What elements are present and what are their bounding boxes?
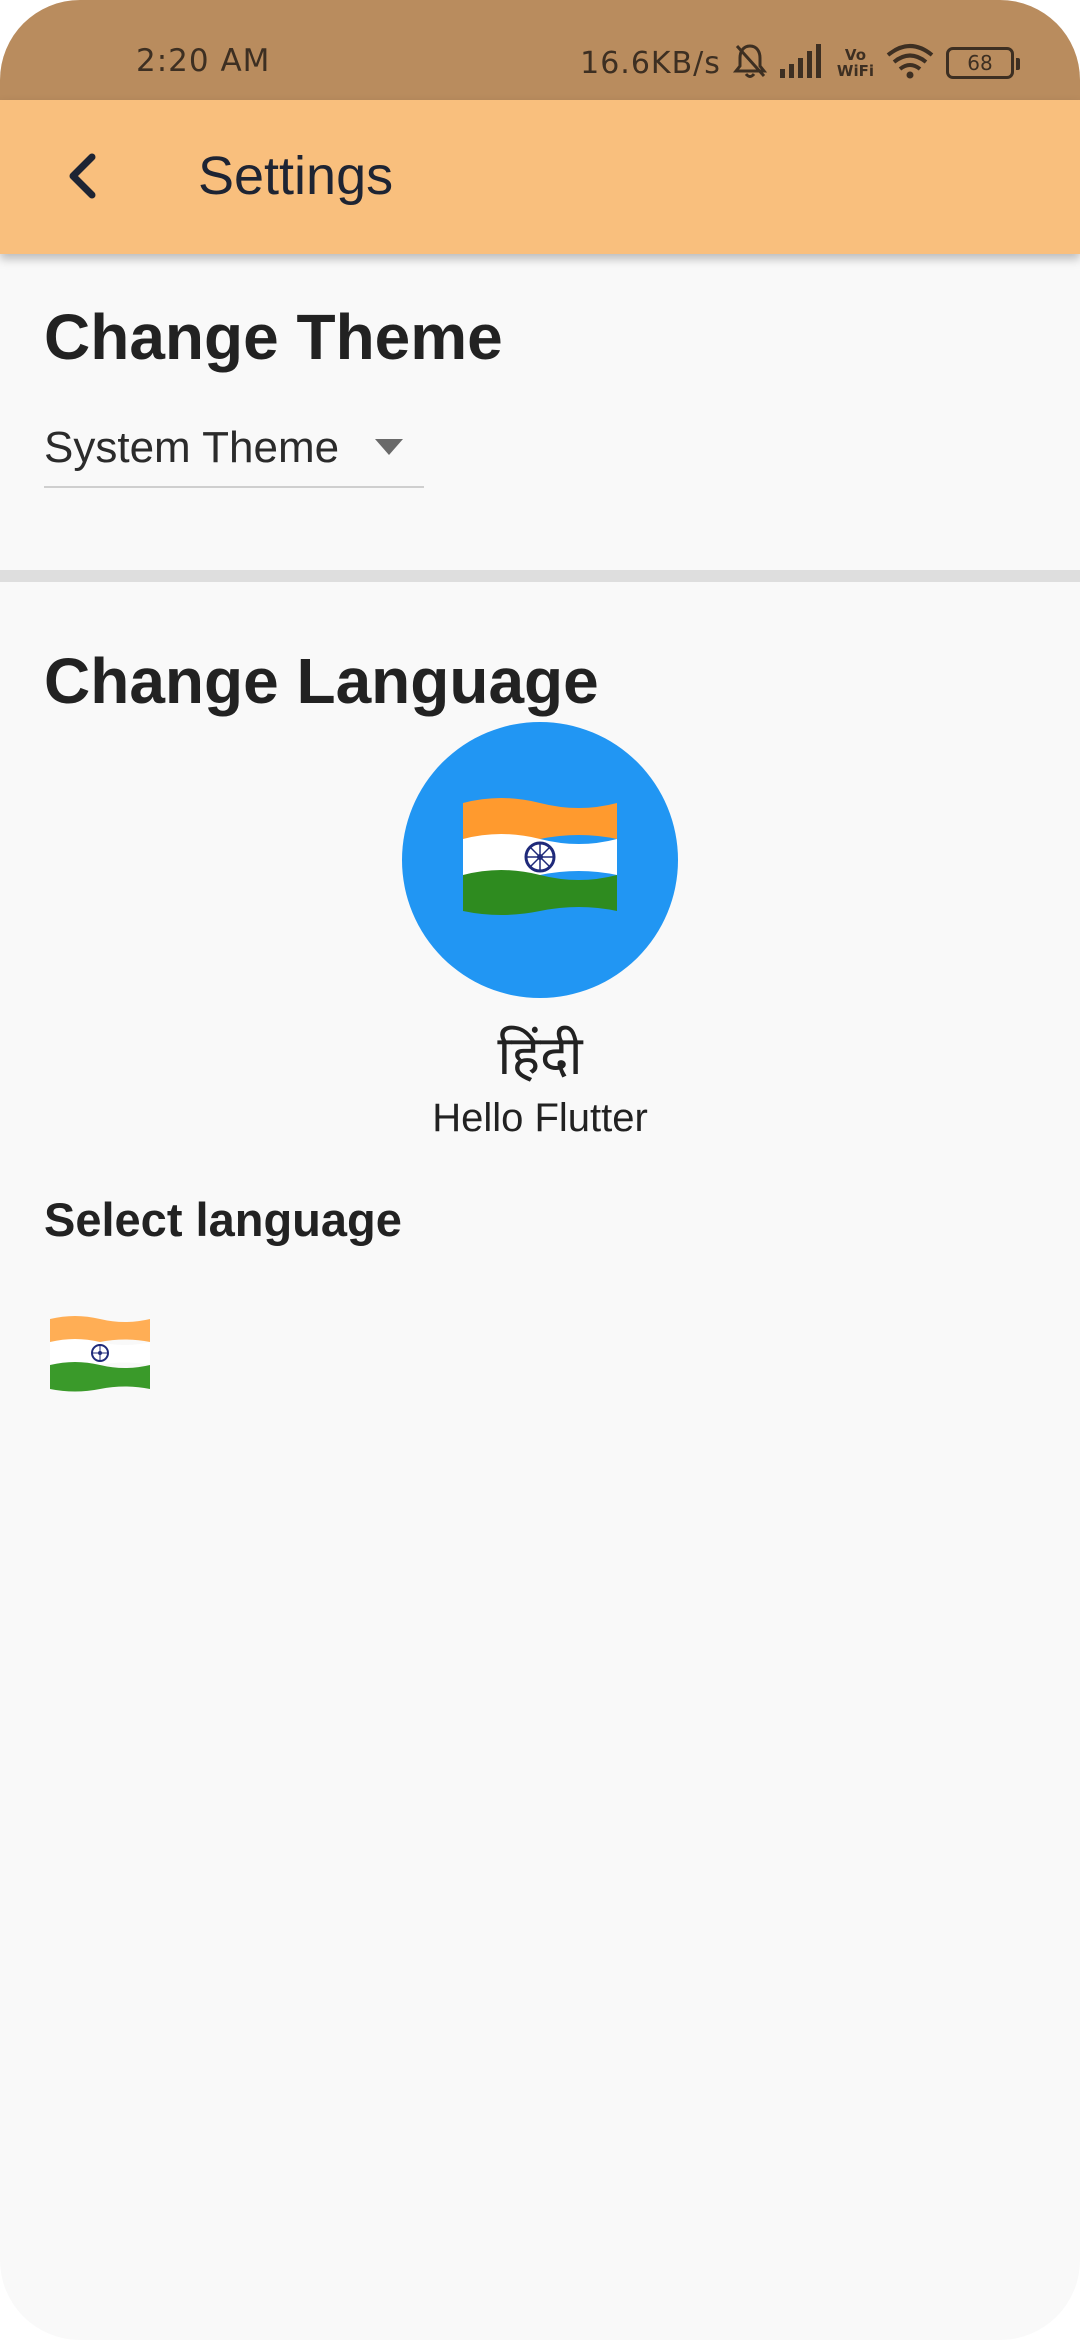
theme-dropdown[interactable]: System Theme <box>44 410 424 488</box>
theme-dropdown-value: System Theme <box>44 423 340 472</box>
back-button[interactable] <box>46 140 118 212</box>
language-option-hindi[interactable] <box>44 1310 156 1400</box>
vowifi-icon: Vo WiFi <box>837 47 874 79</box>
battery-icon: 68 <box>946 47 1020 79</box>
page-title: Settings <box>198 146 394 206</box>
dropdown-arrow-icon <box>374 438 404 461</box>
wifi-icon <box>886 43 934 84</box>
current-language-native-name: हिंदी <box>497 1024 583 1087</box>
signal-icon <box>779 43 825 84</box>
change-language-title: Change Language <box>44 645 599 717</box>
bell-muted-icon <box>732 42 768 85</box>
status-icons: 16.6KB/s Vo WiFi 68 <box>580 38 1020 88</box>
vowifi-top-label: Vo <box>844 46 866 64</box>
back-arrow-icon <box>69 153 96 199</box>
change-theme-title: Change Theme <box>44 301 503 373</box>
network-speed: 16.6KB/s <box>580 45 721 81</box>
section-divider <box>0 570 1080 582</box>
india-flag-icon <box>50 1316 150 1392</box>
select-language-label: Select language <box>44 1193 402 1246</box>
current-language-greeting: Hello Flutter <box>432 1096 648 1140</box>
status-bar: 2:20 AM 16.6KB/s Vo WiFi 68 <box>0 0 1080 100</box>
status-time: 2:20 AM <box>136 43 271 79</box>
india-flag-icon <box>463 798 617 915</box>
current-language-avatar <box>402 722 678 998</box>
vowifi-bottom-label: WiFi <box>836 62 874 80</box>
app-bar: Settings <box>0 100 1080 254</box>
settings-screen: 2:20 AM 16.6KB/s Vo WiFi 68 Settings Cha… <box>0 0 1080 2340</box>
